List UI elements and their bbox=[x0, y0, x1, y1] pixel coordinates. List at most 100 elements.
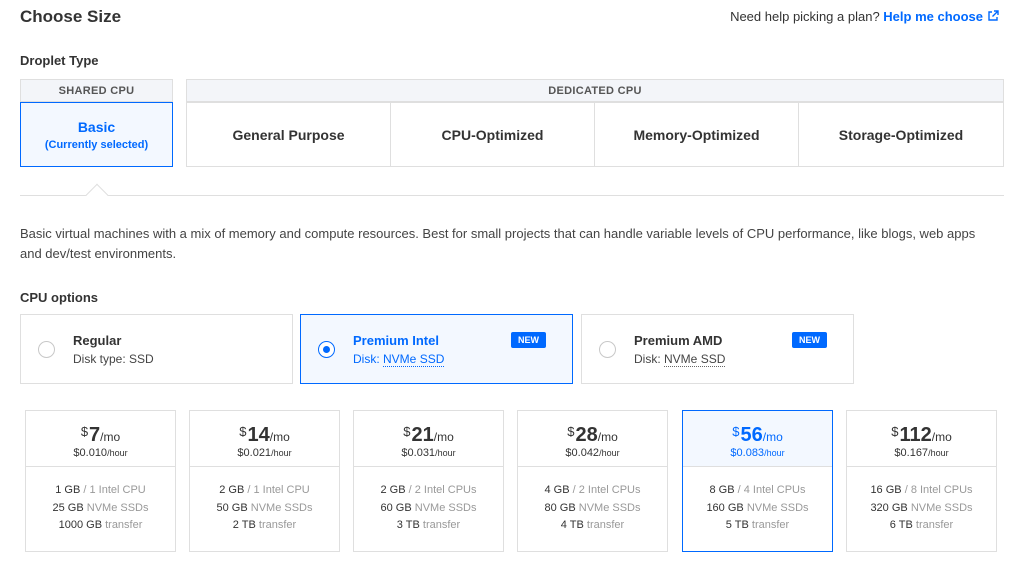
plan-monthly-price: $7/mo bbox=[26, 423, 175, 446]
plan-hourly-price: $0.042/hour bbox=[518, 447, 667, 459]
plan-card-21[interactable]: $21/mo $0.031/hour 2 GB / 2 Intel CPUs 6… bbox=[353, 410, 504, 552]
spec-ram: 4 GB bbox=[544, 484, 570, 496]
spec-disk-type: NVMe SSDs bbox=[86, 501, 149, 514]
spec-cpu: 4 Intel CPUs bbox=[743, 484, 806, 496]
general-purpose-label: General Purpose bbox=[232, 126, 345, 143]
storage-optimized-label: Storage-Optimized bbox=[838, 126, 964, 143]
cpu-option-regular[interactable]: Regular Disk type: SSD bbox=[20, 314, 293, 384]
dedicated-cpu-header: DEDICATED CPU bbox=[186, 79, 1004, 102]
spec-ram: 2 GB bbox=[380, 484, 406, 496]
hourly-unit: /hour bbox=[928, 448, 949, 458]
price-period: /mo bbox=[597, 430, 618, 444]
droplet-type-basic[interactable]: Basic (Currently selected) bbox=[20, 102, 173, 167]
hourly-unit: /hour bbox=[271, 448, 292, 458]
cpu-option-disk: Disk type: SSD bbox=[73, 352, 154, 366]
plan-card-28[interactable]: $28/mo $0.042/hour 4 GB / 2 Intel CPUs 8… bbox=[517, 410, 668, 552]
spec-disk-type: NVMe SSDs bbox=[910, 501, 973, 514]
spec-disk-size: 160 GB bbox=[706, 501, 744, 514]
droplet-type-label: Droplet Type bbox=[20, 53, 99, 68]
cpu-option-name: Premium Intel bbox=[353, 333, 439, 348]
spec-memory-cpu: 4 GB / 2 Intel CPUs bbox=[544, 484, 641, 496]
spec-transfer: 5 TB transfer bbox=[683, 517, 832, 535]
droplet-type-storage-optimized[interactable]: Storage-Optimized bbox=[798, 102, 1004, 167]
plan-card-56[interactable]: $56/mo $0.083/hour 8 GB / 4 Intel CPUs 1… bbox=[682, 410, 833, 552]
price-period: /mo bbox=[100, 430, 121, 444]
droplet-type-general-purpose[interactable]: General Purpose bbox=[186, 102, 391, 167]
disk-value: SSD bbox=[129, 352, 154, 366]
plan-specs: 2 GB / 1 Intel CPU 50 GB NVMe SSDs 2 TB … bbox=[190, 467, 339, 535]
disk-prefix: Disk: bbox=[353, 352, 380, 366]
spec-disk: 60 GB NVMe SSDs bbox=[354, 500, 503, 518]
spec-disk-size: 50 GB bbox=[216, 501, 248, 514]
radio-button[interactable] bbox=[38, 341, 55, 358]
price-amount: 14 bbox=[247, 424, 270, 446]
plan-card-14[interactable]: $14/mo $0.021/hour 2 GB / 1 Intel CPU 50… bbox=[189, 410, 340, 552]
external-link-icon bbox=[988, 10, 999, 21]
spec-transfer-label: transfer bbox=[751, 519, 790, 531]
spec-cpu: 2 Intel CPUs bbox=[414, 484, 477, 496]
cpu-option-premium-intel[interactable]: Premium Intel Disk: NVMe SSD NEW bbox=[300, 314, 573, 384]
plan-card-7[interactable]: $7/mo $0.010/hour 1 GB / 1 Intel CPU 25 … bbox=[25, 410, 176, 552]
disk-prefix: Disk type: bbox=[73, 352, 126, 366]
page-title: Choose Size bbox=[20, 7, 122, 26]
spec-transfer-label: transfer bbox=[258, 519, 297, 531]
spec-cpu: 8 Intel CPUs bbox=[910, 484, 973, 496]
spec-disk-type: NVMe SSDs bbox=[250, 501, 313, 514]
spec-transfer-label: transfer bbox=[915, 519, 954, 531]
spec-transfer-amount: 2 TB bbox=[232, 519, 256, 531]
spec-transfer-amount: 5 TB bbox=[725, 519, 749, 531]
spec-memory-cpu: 2 GB / 2 Intel CPUs bbox=[380, 484, 477, 496]
hourly-amount: $0.167 bbox=[894, 447, 929, 459]
help-link-label: Help me choose bbox=[883, 9, 983, 24]
hourly-amount: $0.031 bbox=[401, 447, 436, 459]
spec-disk-size: 320 GB bbox=[870, 501, 908, 514]
currency: $ bbox=[891, 424, 899, 439]
currency: $ bbox=[239, 424, 247, 439]
spec-memory-cpu: 16 GB / 8 Intel CPUs bbox=[870, 484, 973, 496]
spec-cpu: 1 Intel CPU bbox=[89, 484, 146, 496]
selection-pointer bbox=[85, 183, 109, 207]
price-amount: 56 bbox=[740, 424, 763, 446]
spec-memory-cpu: 2 GB / 1 Intel CPU bbox=[219, 484, 310, 496]
plan-hourly-price: $0.031/hour bbox=[354, 447, 503, 459]
droplet-type-cpu-optimized[interactable]: CPU-Optimized bbox=[390, 102, 595, 167]
plan-specs: 16 GB / 8 Intel CPUs 320 GB NVMe SSDs 6 … bbox=[847, 467, 996, 535]
spec-transfer-amount: 3 TB bbox=[396, 519, 420, 531]
plan-specs: 1 GB / 1 Intel CPU 25 GB NVMe SSDs 1000 … bbox=[26, 467, 175, 535]
spec-ram: 16 GB bbox=[870, 484, 902, 496]
spec-transfer: 3 TB transfer bbox=[354, 517, 503, 535]
spec-transfer: 1000 GB transfer bbox=[26, 517, 175, 535]
price-period: /mo bbox=[433, 430, 454, 444]
spec-cpu: 2 Intel CPUs bbox=[578, 484, 641, 496]
plan-card-112[interactable]: $112/mo $0.167/hour 16 GB / 8 Intel CPUs… bbox=[846, 410, 997, 552]
help-me-choose-link[interactable]: Help me choose bbox=[883, 9, 999, 24]
plan-monthly-price: $14/mo bbox=[190, 423, 339, 446]
cpu-options-label: CPU options bbox=[20, 290, 98, 305]
currency: $ bbox=[732, 424, 740, 439]
droplet-type-description: Basic virtual machines with a mix of mem… bbox=[20, 226, 976, 261]
price-amount: 28 bbox=[575, 424, 598, 446]
cpu-option-name: Premium AMD bbox=[634, 333, 723, 348]
plan-monthly-price: $56/mo bbox=[683, 423, 832, 446]
disk-prefix: Disk: bbox=[634, 352, 661, 366]
currency: $ bbox=[567, 424, 575, 439]
basic-selected-note: (Currently selected) bbox=[44, 138, 149, 151]
plan-hourly-price: $0.083/hour bbox=[683, 447, 832, 459]
price-amount: 21 bbox=[411, 424, 434, 446]
spec-transfer: 2 TB transfer bbox=[190, 517, 339, 535]
droplet-type-memory-optimized[interactable]: Memory-Optimized bbox=[594, 102, 799, 167]
section-divider bbox=[20, 195, 1004, 196]
cpu-option-name: Regular bbox=[73, 333, 122, 348]
basic-label: Basic bbox=[77, 118, 116, 135]
price-period: /mo bbox=[269, 430, 290, 444]
spec-disk-type: NVMe SSDs bbox=[414, 501, 477, 514]
radio-button[interactable] bbox=[318, 341, 335, 358]
spec-memory-cpu: 8 GB / 4 Intel CPUs bbox=[709, 484, 806, 496]
cpu-option-premium-amd[interactable]: Premium AMD Disk: NVMe SSD NEW bbox=[581, 314, 854, 384]
radio-button[interactable] bbox=[599, 341, 616, 358]
spec-transfer-label: transfer bbox=[105, 519, 143, 531]
disk-value: NVMe SSD bbox=[664, 352, 726, 367]
spec-ram: 2 GB bbox=[219, 484, 245, 496]
new-badge: NEW bbox=[792, 332, 827, 348]
spec-transfer-amount: 4 TB bbox=[560, 519, 584, 531]
